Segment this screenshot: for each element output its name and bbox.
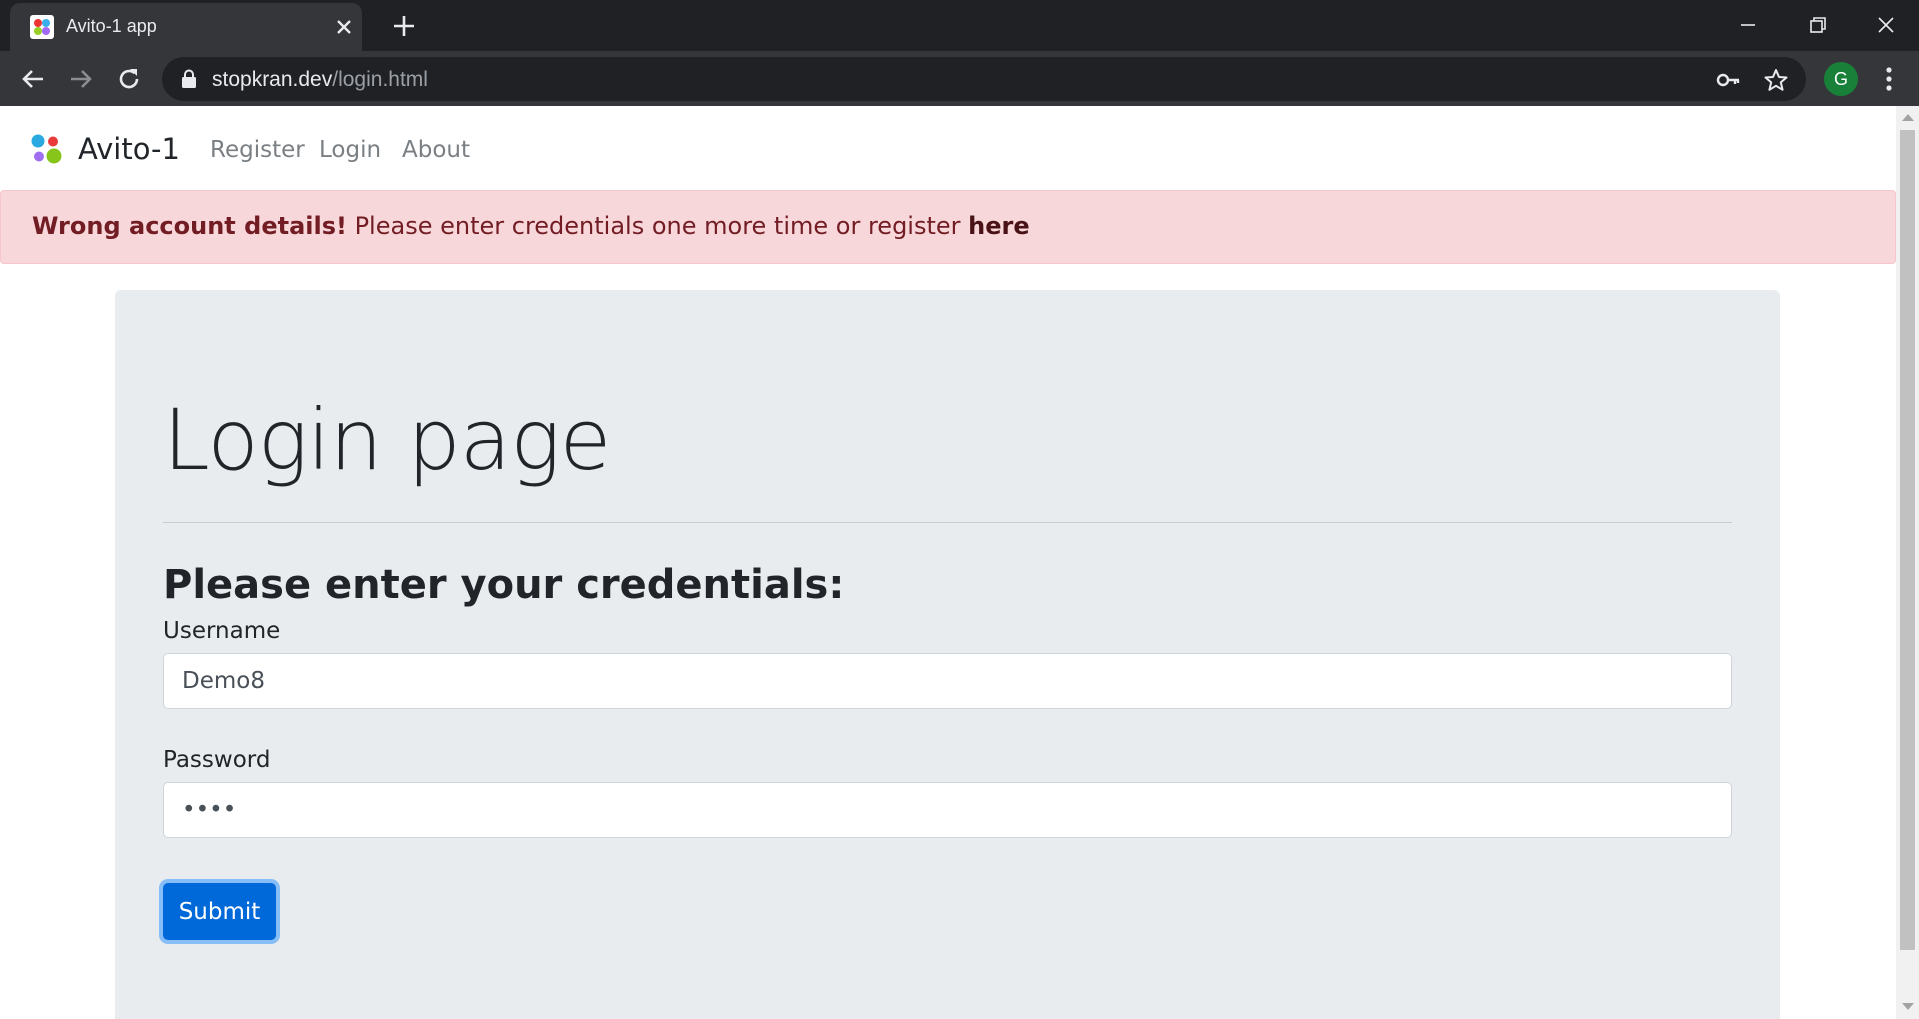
submit-button[interactable]: Submit <box>163 883 276 940</box>
register-here-link[interactable]: here <box>968 212 1029 240</box>
profile-avatar[interactable]: G <box>1824 62 1858 96</box>
url-text: stopkran.dev/login.html <box>212 68 428 92</box>
lock-icon <box>182 69 196 88</box>
username-input[interactable]: Demo8 <box>163 653 1732 709</box>
alert-text: Wrong account details! Please enter cred… <box>32 212 1030 240</box>
more-menu-icon[interactable] <box>1876 64 1902 94</box>
tab-title: Avito-1 app <box>66 16 157 36</box>
browser-toolbar: stopkran.dev/login.html G <box>0 51 1919 106</box>
reload-icon[interactable] <box>115 65 143 93</box>
url-path: /login.html <box>332 68 428 91</box>
error-alert: Wrong account details! Please enter cred… <box>0 190 1896 264</box>
password-input[interactable]: •••• <box>163 782 1732 838</box>
brand-name[interactable]: Avito-1 <box>78 132 180 166</box>
scroll-down-arrow-icon[interactable] <box>1902 1003 1914 1010</box>
restore-icon[interactable] <box>1803 10 1833 40</box>
login-panel: Login page Please enter your credentials… <box>115 290 1780 1019</box>
scrollbar-thumb[interactable] <box>1900 130 1915 950</box>
minimize-icon[interactable] <box>1733 10 1763 40</box>
url-host: stopkran.dev <box>212 68 333 91</box>
nav-link-about[interactable]: About <box>402 137 470 163</box>
address-bar[interactable]: stopkran.dev/login.html <box>162 57 1806 101</box>
brand-logo-icon[interactable] <box>31 134 62 165</box>
close-window-icon[interactable] <box>1871 10 1901 40</box>
page-viewport: Avito-1 Register Login About Wrong accou… <box>0 106 1919 1019</box>
new-tab-plus-icon[interactable] <box>391 13 417 39</box>
password-label: Password <box>163 747 271 773</box>
credentials-heading: Please enter your credentials: <box>163 562 845 608</box>
nav-link-register[interactable]: Register <box>210 137 305 163</box>
browser-tab[interactable]: Avito-1 app <box>10 3 362 51</box>
scroll-up-arrow-icon[interactable] <box>1902 114 1914 121</box>
alert-message: Please enter credentials one more time o… <box>346 212 969 240</box>
back-arrow-icon[interactable] <box>19 65 47 93</box>
bookmark-star-icon[interactable] <box>1763 67 1789 93</box>
nav-link-login[interactable]: Login <box>319 137 381 163</box>
app-favicon-icon <box>30 15 54 39</box>
close-tab-icon[interactable] <box>332 15 356 39</box>
divider <box>163 522 1732 523</box>
page-title: Login page <box>163 391 611 489</box>
browser-titlebar: Avito-1 app <box>0 0 1919 51</box>
scrollbar[interactable] <box>1896 106 1919 1019</box>
forward-arrow-icon[interactable] <box>67 65 95 93</box>
alert-strong-text: Wrong account details! <box>32 212 347 240</box>
site-navbar: Avito-1 Register Login About <box>0 106 1896 190</box>
key-icon[interactable] <box>1715 67 1741 93</box>
username-label: Username <box>163 618 281 644</box>
